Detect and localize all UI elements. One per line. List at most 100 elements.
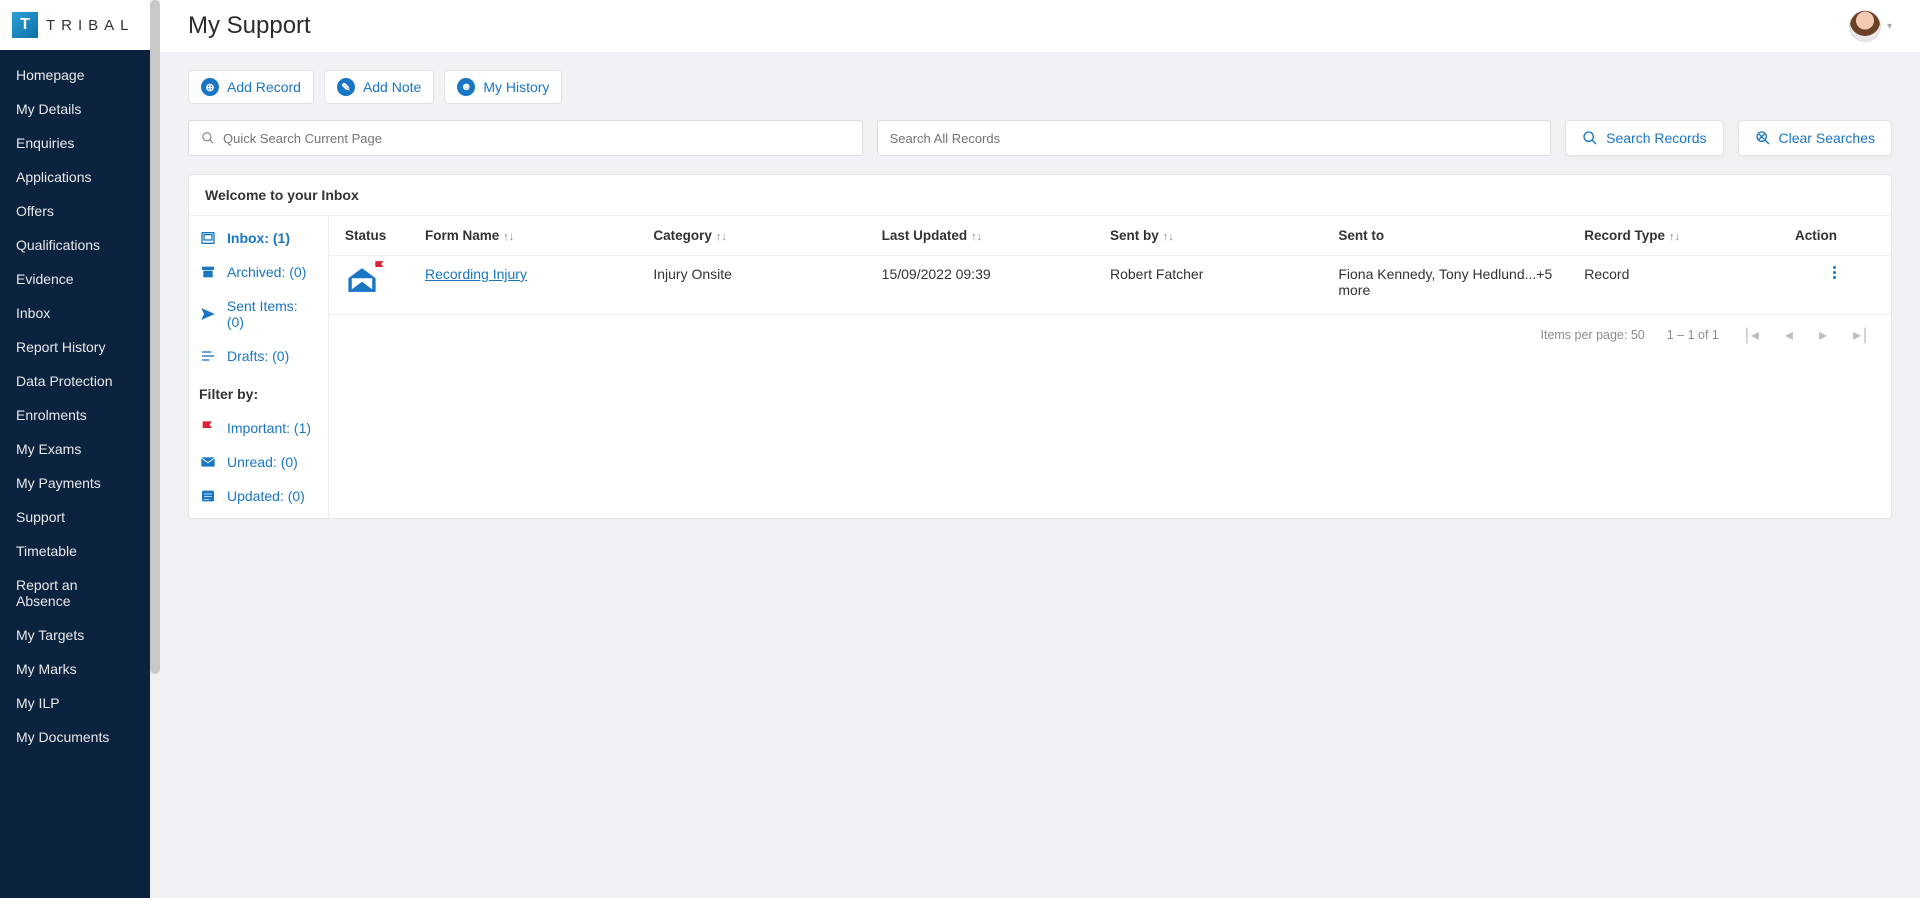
- nav-item-enquiries[interactable]: Enquiries: [0, 126, 150, 160]
- filter-unread[interactable]: Unread: (0): [199, 454, 318, 470]
- nav-item-my-details[interactable]: My Details: [0, 92, 150, 126]
- nav-item-enrolments[interactable]: Enrolments: [0, 398, 150, 432]
- sort-icon: ↑↓: [971, 231, 982, 243]
- all-records-search-field[interactable]: [877, 120, 1552, 156]
- folder-inbox[interactable]: Inbox: (1): [199, 230, 318, 246]
- inbox-panel: Welcome to your Inbox Inbox: (1): [188, 174, 1892, 519]
- chevron-down-icon: ▾: [1887, 21, 1892, 32]
- clear-search-icon: [1755, 130, 1771, 146]
- col-status[interactable]: Status: [345, 228, 425, 243]
- cell-record-type: Record: [1584, 266, 1795, 282]
- flag-icon: [373, 260, 387, 274]
- sidebar: T TRIBAL Homepage My Details Enquiries A…: [0, 0, 150, 898]
- nav-item-report-absence[interactable]: Report an Absence: [0, 568, 150, 618]
- all-records-search-input[interactable]: [890, 131, 1539, 146]
- user-menu[interactable]: ▾: [1849, 10, 1892, 42]
- nav-item-data-protection[interactable]: Data Protection: [0, 364, 150, 398]
- search-records-label: Search Records: [1606, 130, 1706, 146]
- col-category[interactable]: Category↑↓: [653, 228, 881, 243]
- flag-icon: [199, 420, 217, 436]
- form-name-link[interactable]: Recording Injury: [425, 266, 527, 282]
- quick-search-input[interactable]: [223, 131, 850, 146]
- table-row: Recording Injury Injury Onsite 15/09/202…: [329, 256, 1891, 315]
- nav-item-inbox[interactable]: Inbox: [0, 296, 150, 330]
- nav-item-homepage[interactable]: Homepage: [0, 58, 150, 92]
- add-record-label: Add Record: [227, 79, 301, 95]
- search-records-button[interactable]: Search Records: [1565, 120, 1723, 156]
- cell-status: [345, 266, 425, 294]
- search-row: Search Records Clear Searches: [188, 120, 1892, 156]
- search-icon: [1582, 130, 1598, 146]
- my-history-label: My History: [483, 79, 549, 95]
- action-toolbar: ⊕ Add Record ✎ Add Note ☻ My History: [188, 70, 1892, 104]
- folder-drafts-label: Drafts: (0): [227, 348, 289, 364]
- open-mail-icon: [345, 266, 379, 294]
- items-per-page[interactable]: Items per page: 50: [1541, 328, 1645, 342]
- mail-icon: [199, 454, 217, 470]
- scrollbar-thumb[interactable]: [150, 0, 160, 674]
- folder-inbox-label: Inbox: (1): [227, 230, 290, 246]
- page-range: 1 – 1 of 1: [1667, 328, 1719, 342]
- nav-item-qualifications[interactable]: Qualifications: [0, 228, 150, 262]
- filter-important-label: Important: (1): [227, 420, 311, 436]
- col-last-updated[interactable]: Last Updated↑↓: [882, 228, 1110, 243]
- last-page-button[interactable]: ▸∣: [1851, 325, 1871, 345]
- nav-item-my-ilp[interactable]: My ILP: [0, 686, 150, 720]
- nav-item-my-payments[interactable]: My Payments: [0, 466, 150, 500]
- filter-important[interactable]: Important: (1): [199, 420, 318, 436]
- panel-heading: Welcome to your Inbox: [189, 175, 1891, 216]
- prev-page-button[interactable]: ◂: [1783, 325, 1795, 345]
- send-icon: [199, 306, 217, 322]
- nav-item-my-documents[interactable]: My Documents: [0, 720, 150, 754]
- folder-sent[interactable]: Sent Items: (0): [199, 298, 318, 330]
- quick-search-field[interactable]: [188, 120, 863, 156]
- folder-archived-label: Archived: (0): [227, 264, 306, 280]
- nav-item-support[interactable]: Support: [0, 500, 150, 534]
- user-circle-icon: ☻: [457, 78, 475, 96]
- brand-mark: T: [12, 12, 38, 38]
- filter-updated[interactable]: Updated: (0): [199, 488, 318, 504]
- first-page-button[interactable]: ∣◂: [1741, 325, 1761, 345]
- main: My Support ▾ ⊕ Add Record ✎ Add Note ☻ M…: [160, 0, 1920, 898]
- col-form-name[interactable]: Form Name↑↓: [425, 228, 653, 243]
- nav-item-applications[interactable]: Applications: [0, 160, 150, 194]
- plus-circle-icon: ⊕: [201, 78, 219, 96]
- next-page-button[interactable]: ▸: [1817, 325, 1829, 345]
- content-area: ⊕ Add Record ✎ Add Note ☻ My History: [160, 52, 1920, 898]
- nav-item-evidence[interactable]: Evidence: [0, 262, 150, 296]
- sidebar-scrollbar[interactable]: [150, 0, 160, 898]
- updated-icon: [199, 488, 217, 504]
- add-record-button[interactable]: ⊕ Add Record: [188, 70, 314, 104]
- paginator: Items per page: 50 1 – 1 of 1 ∣◂ ◂ ▸ ▸∣: [329, 315, 1891, 355]
- nav-item-timetable[interactable]: Timetable: [0, 534, 150, 568]
- nav-item-my-exams[interactable]: My Exams: [0, 432, 150, 466]
- sort-icon: ↑↓: [1163, 231, 1174, 243]
- sort-icon: ↑↓: [716, 231, 727, 243]
- clear-searches-button[interactable]: Clear Searches: [1738, 120, 1893, 156]
- sort-icon: ↑↓: [503, 231, 514, 243]
- brand-logo: T TRIBAL: [0, 0, 150, 50]
- cell-category: Injury Onsite: [653, 266, 881, 282]
- nav-item-report-history[interactable]: Report History: [0, 330, 150, 364]
- page-title: My Support: [188, 12, 311, 40]
- folder-sent-label: Sent Items: (0): [227, 298, 318, 330]
- add-note-label: Add Note: [363, 79, 421, 95]
- my-history-button[interactable]: ☻ My History: [444, 70, 562, 104]
- nav-item-my-marks[interactable]: My Marks: [0, 652, 150, 686]
- col-sent-to[interactable]: Sent to: [1338, 228, 1584, 243]
- grid-header: Status Form Name↑↓ Category↑↓ Last Updat…: [329, 216, 1891, 256]
- add-note-button[interactable]: ✎ Add Note: [324, 70, 434, 104]
- filter-unread-label: Unread: (0): [227, 454, 298, 470]
- col-record-type[interactable]: Record Type↑↓: [1584, 228, 1795, 243]
- archive-icon: [199, 264, 217, 280]
- nav-item-offers[interactable]: Offers: [0, 194, 150, 228]
- folder-drafts[interactable]: Drafts: (0): [199, 348, 318, 364]
- avatar: [1849, 10, 1881, 42]
- col-sent-by[interactable]: Sent by↑↓: [1110, 228, 1338, 243]
- row-actions-menu[interactable]: [1795, 266, 1875, 279]
- sort-icon: ↑↓: [1669, 231, 1680, 243]
- search-icon: [201, 131, 215, 145]
- drafts-icon: [199, 348, 217, 364]
- folder-archived[interactable]: Archived: (0): [199, 264, 318, 280]
- nav-item-my-targets[interactable]: My Targets: [0, 618, 150, 652]
